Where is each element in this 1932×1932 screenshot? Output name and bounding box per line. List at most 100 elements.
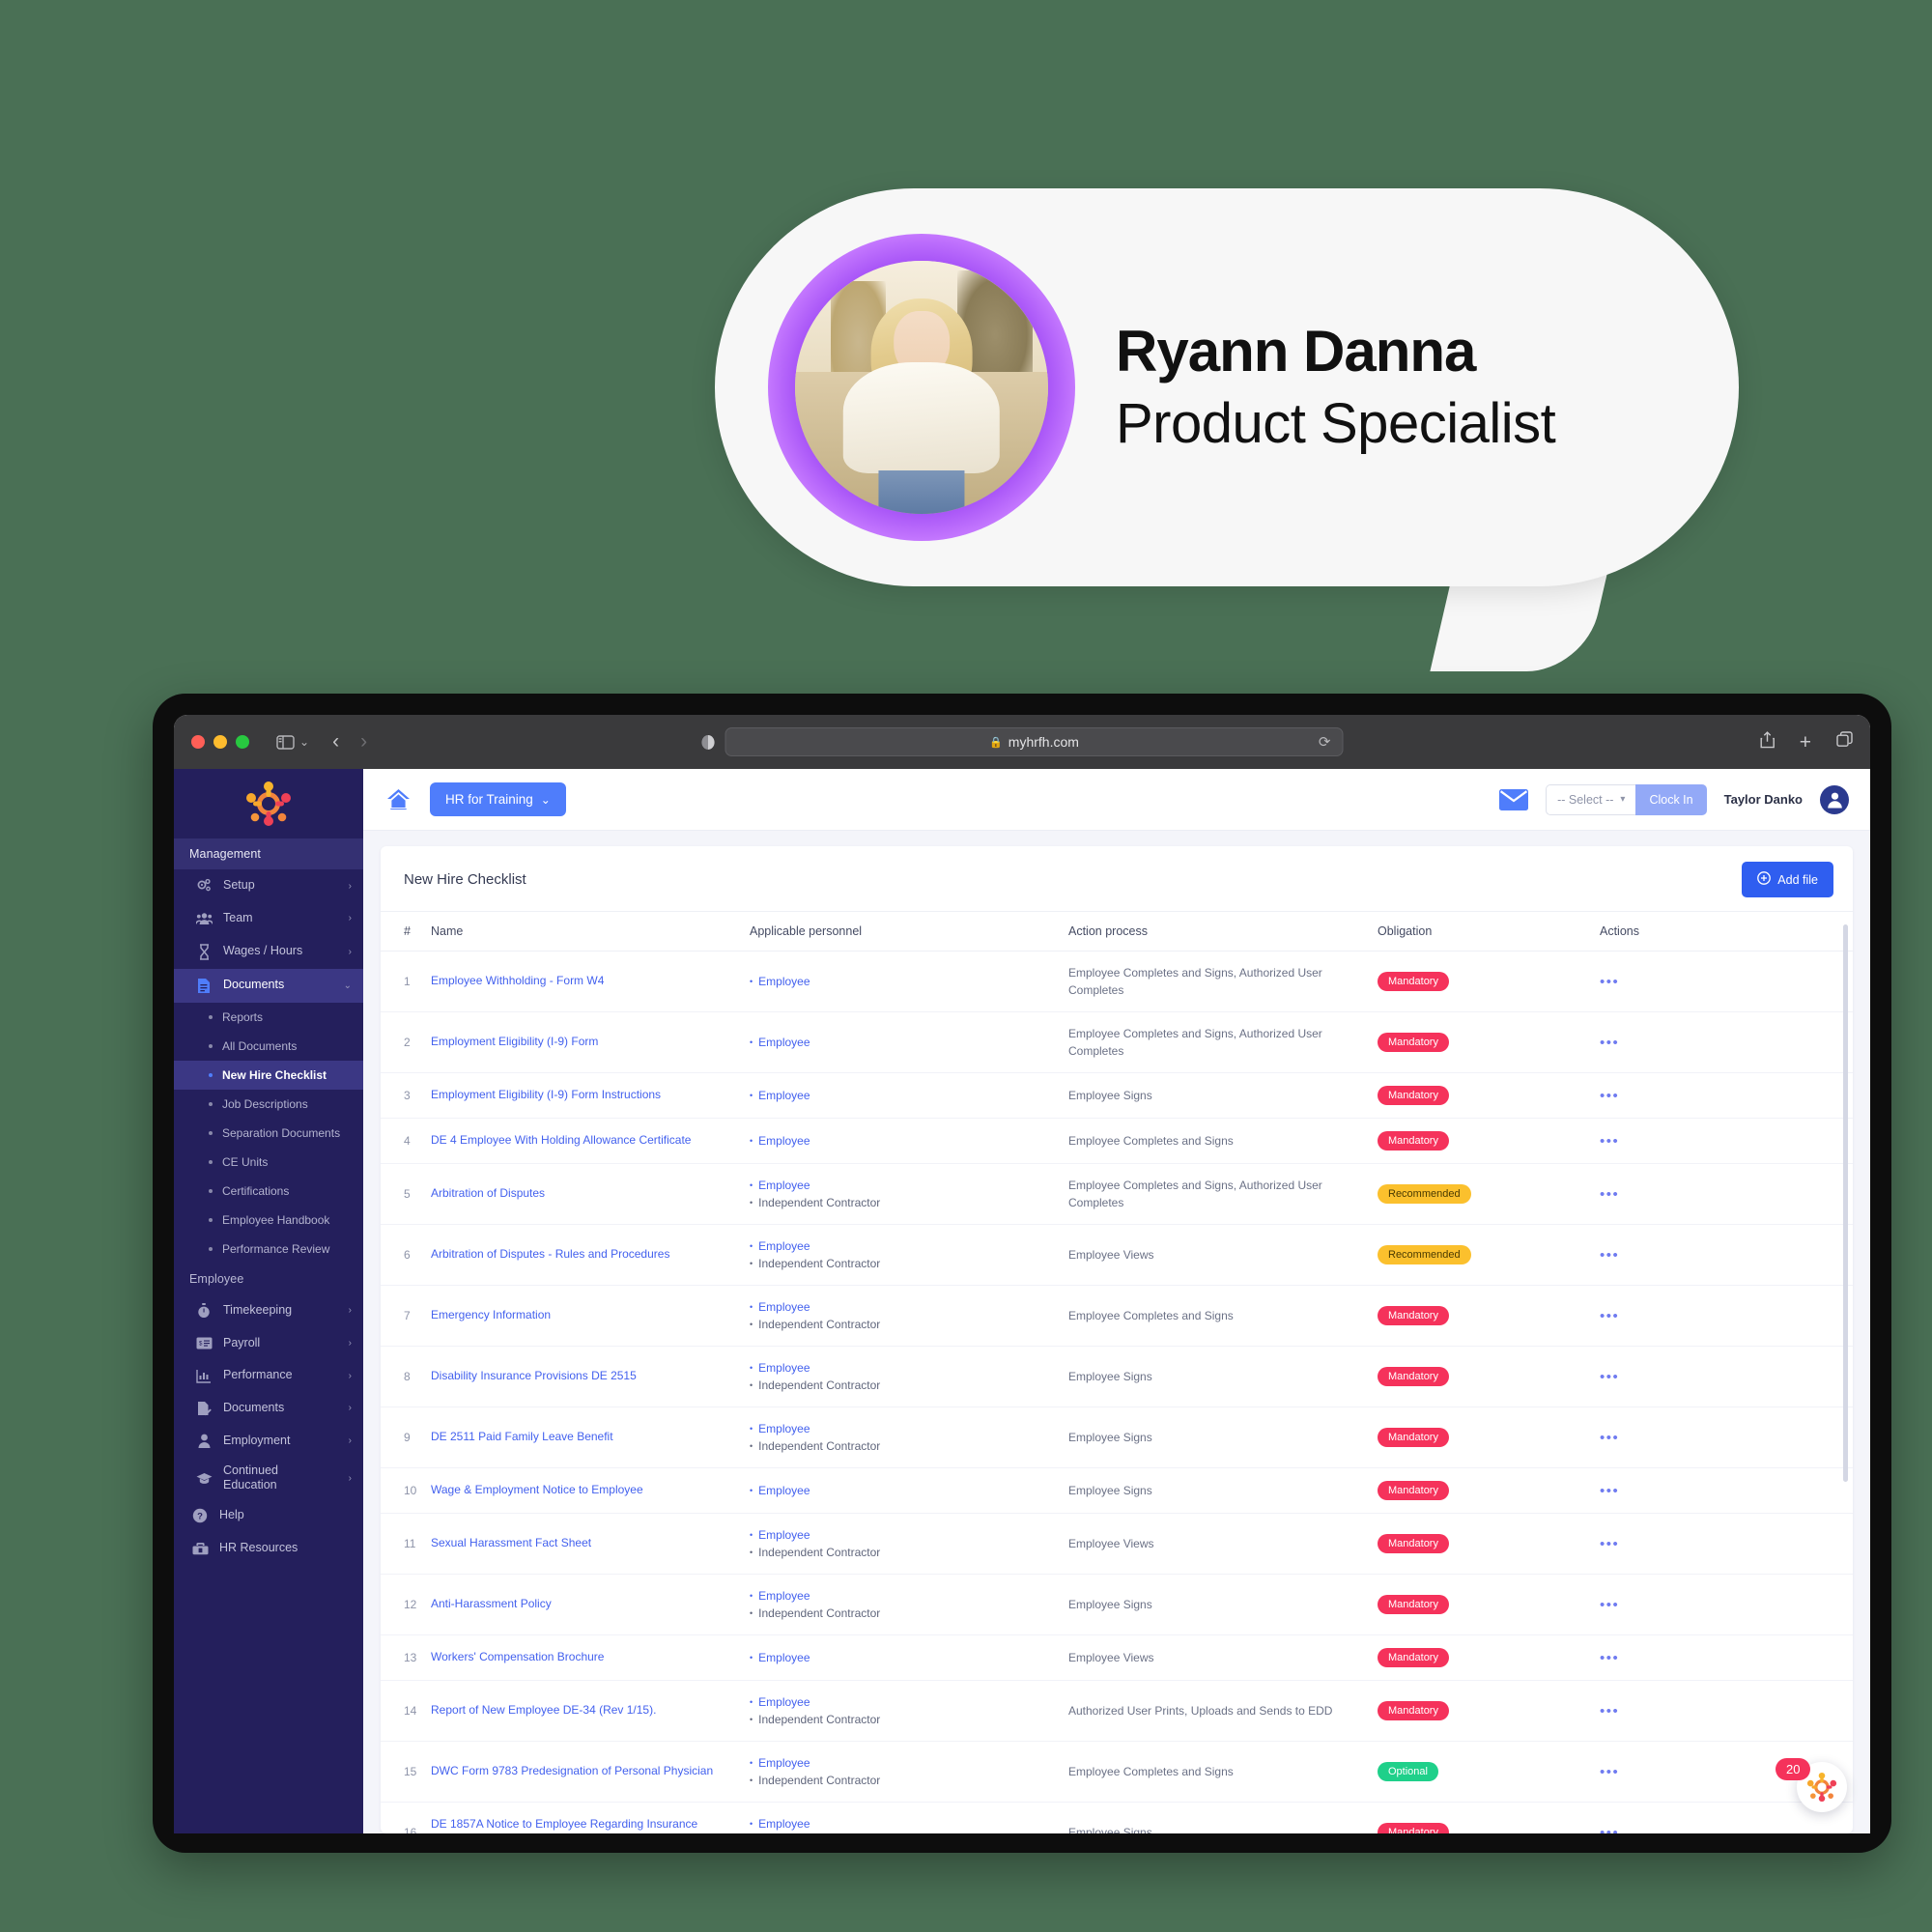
document-link[interactable]: Employee Withholding - Form W4 [431,974,604,987]
document-link[interactable]: Disability Insurance Provisions DE 2515 [431,1369,637,1382]
ellipsis-icon[interactable]: ••• [1600,1597,1619,1613]
document-link[interactable]: Workers' Compensation Brochure [431,1650,604,1663]
document-link[interactable]: Employment Eligibility (I-9) Form [431,1035,598,1048]
sidebar-item-help[interactable]: ? Help [174,1499,363,1532]
shift-select[interactable]: -- Select -- ▾ [1546,783,1636,815]
sidebar-item-employee-documents[interactable]: Documents › [174,1392,363,1425]
document-link[interactable]: Sexual Harassment Fact Sheet [431,1536,591,1549]
document-link[interactable]: DE 1857A Notice to Employee Regarding In… [431,1817,697,1833]
sidebar-subitem-certifications[interactable]: Certifications [174,1177,363,1206]
document-link[interactable]: Arbitration of Disputes - Rules and Proc… [431,1247,669,1261]
table-row[interactable]: 16 DE 1857A Notice to Employee Regarding … [381,1802,1853,1834]
sidebar-subitem-employee-handbook[interactable]: Employee Handbook [174,1206,363,1235]
app-logo[interactable] [174,769,363,838]
reader-view-icon[interactable] [701,734,716,751]
sidebar-item-wages-hours[interactable]: Wages / Hours › [174,935,363,969]
table-row[interactable]: 5 Arbitration of Disputes • Employee • Indepe… [381,1163,1853,1225]
table-row[interactable]: 7 Emergency Information • Employee • Independ… [381,1285,1853,1347]
help-widget-button[interactable]: 20 [1776,1758,1847,1812]
document-link[interactable]: Arbitration of Disputes [431,1186,545,1200]
ellipsis-icon[interactable]: ••• [1600,974,1619,990]
share-icon[interactable] [1760,730,1775,753]
document-link[interactable]: DE 4 Employee With Holding Allowance Cer… [431,1133,691,1147]
ellipsis-icon[interactable]: ••• [1600,1430,1619,1446]
table-row[interactable]: 13 Workers' Compensation Brochure • Employe… [381,1634,1853,1681]
add-file-button[interactable]: Add file [1742,862,1833,897]
table-row[interactable]: 9 DE 2511 Paid Family Leave Benefit • Emplo… [381,1406,1853,1468]
home-icon[interactable] [386,788,411,810]
maximize-window-button[interactable] [236,735,249,749]
ellipsis-icon[interactable]: ••• [1600,1247,1619,1264]
sidebar-item-employment[interactable]: Employment › [174,1425,363,1458]
document-link[interactable]: DWC Form 9783 Predesignation of Personal… [431,1764,713,1777]
window-controls[interactable] [191,735,249,749]
scrollbar-thumb[interactable] [1843,924,1848,1483]
table-row[interactable]: 3 Employment Eligibility (I-9) Form Instr… [381,1072,1853,1119]
sidebar-subitem-reports[interactable]: Reports [174,1003,363,1032]
ellipsis-icon[interactable]: ••• [1600,1369,1619,1385]
sidebar-subitem-all-documents[interactable]: All Documents [174,1032,363,1061]
sidebar-subitem-new-hire-checklist[interactable]: New Hire Checklist [174,1060,363,1090]
sidebar-item-continued-education[interactable]: Continued Education › [174,1458,363,1499]
ellipsis-icon[interactable]: ••• [1600,1703,1619,1719]
document-link[interactable]: Wage & Employment Notice to Employee [431,1483,643,1496]
ellipsis-icon[interactable]: ••• [1600,1483,1619,1499]
ellipsis-icon[interactable]: ••• [1600,1133,1619,1150]
ellipsis-icon[interactable]: ••• [1600,1308,1619,1324]
back-button[interactable]: ‹ [332,730,339,753]
sidebar-toggle-button[interactable]: ⌄ [276,734,309,750]
sidebar-item-performance[interactable]: Performance › [174,1359,363,1392]
bullet-icon: • [750,1608,753,1618]
sidebar-item-setup[interactable]: Setup › [174,869,363,902]
table-row[interactable]: 10 Wage & Employment Notice to Employee • E… [381,1467,1853,1514]
ellipsis-icon[interactable]: ••• [1600,1186,1619,1203]
sidebar-item-timekeeping[interactable]: Timekeeping › [174,1294,363,1327]
organization-selector-button[interactable]: HR for Training ⌄ [430,782,566,816]
envelope-icon[interactable] [1499,788,1529,810]
document-link[interactable]: Emergency Information [431,1308,551,1321]
row-actions-cell: ••• [1600,1406,1853,1468]
column-header-num: # [381,911,431,952]
document-link[interactable]: DE 2511 Paid Family Leave Benefit [431,1430,613,1443]
checklist-table-scroll[interactable]: # Name Applicable personnel Action proce… [381,911,1853,1833]
sidebar-item-payroll[interactable]: $ Payroll › [174,1327,363,1360]
tab-overview-button[interactable] [1836,731,1853,753]
bullet-icon: • [750,1320,753,1329]
document-link[interactable]: Employment Eligibility (I-9) Form Instru… [431,1088,661,1101]
table-row[interactable]: 4 DE 4 Employee With Holding Allowance Ce… [381,1118,1853,1164]
sidebar-subitem-performance-review[interactable]: Performance Review [174,1235,363,1264]
sidebar-item-team[interactable]: Team › [174,902,363,935]
ellipsis-icon[interactable]: ••• [1600,1088,1619,1104]
ellipsis-icon[interactable]: ••• [1600,1536,1619,1552]
sidebar-subitem-separation-documents[interactable]: Separation Documents [174,1119,363,1148]
ellipsis-icon[interactable]: ••• [1600,1764,1619,1780]
address-bar[interactable]: 🔒 myhrfh.com ⟳ [724,727,1344,756]
sidebar-subitem-ce-units[interactable]: CE Units [174,1148,363,1177]
personnel-entry: • Independent Contractor [750,1544,1059,1561]
document-link[interactable]: Report of New Employee DE-34 (Rev 1/15). [431,1703,656,1717]
table-row[interactable]: 2 Employment Eligibility (I-9) Form • Emplo… [381,1011,1853,1073]
table-row[interactable]: 15 DWC Form 9783 Predesignation of Person… [381,1741,1853,1803]
document-link[interactable]: Anti-Harassment Policy [431,1597,552,1610]
sidebar-item-hr-resources[interactable]: HR Resources [174,1532,363,1565]
clock-in-button[interactable]: Clock In [1635,783,1707,815]
table-row[interactable]: 1 Employee Withholding - Form W4 • Employee… [381,951,1853,1012]
sidebar-item-documents[interactable]: Documents ⌄ [174,968,363,1003]
ellipsis-icon[interactable]: ••• [1600,1035,1619,1051]
sidebar-subitem-job-descriptions[interactable]: Job Descriptions [174,1090,363,1119]
ellipsis-icon[interactable]: ••• [1600,1825,1619,1834]
user-avatar-icon[interactable] [1820,784,1849,814]
table-row[interactable]: 12 Anti-Harassment Policy • Employee • Indepe… [381,1574,1853,1635]
scrollbar-track[interactable] [1843,924,1848,1824]
table-row[interactable]: 14 Report of New Employee DE-34 (Rev 1/15… [381,1680,1853,1742]
new-tab-button[interactable]: + [1800,732,1811,753]
minimize-window-button[interactable] [213,735,227,749]
status-badge: Recommended [1378,1184,1471,1204]
close-window-button[interactable] [191,735,205,749]
reload-icon[interactable]: ⟳ [1319,733,1331,751]
ellipsis-icon[interactable]: ••• [1600,1650,1619,1666]
table-row[interactable]: 11 Sexual Harassment Fact Sheet • Employee •… [381,1513,1853,1575]
forward-button[interactable]: › [360,730,367,753]
table-row[interactable]: 6 Arbitration of Disputes - Rules and Pro… [381,1224,1853,1286]
table-row[interactable]: 8 Disability Insurance Provisions DE 2515… [381,1346,1853,1407]
